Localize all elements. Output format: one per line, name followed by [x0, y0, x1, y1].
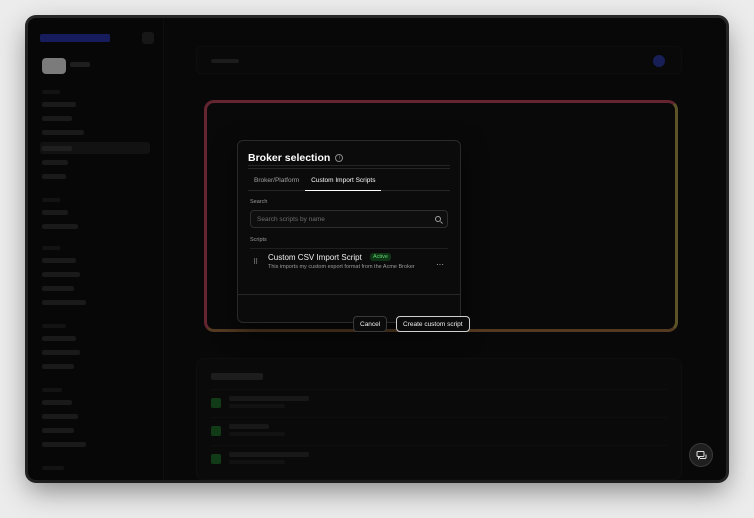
scripts-label: Scripts	[250, 237, 267, 243]
search-icon	[435, 216, 441, 222]
chat-icon	[696, 451, 707, 460]
dialog-header: Broker selection i	[248, 150, 450, 166]
broker-selection-dialog: Broker selection i Broker/Platform Custo…	[237, 140, 461, 323]
more-options-icon[interactable]: ···	[436, 260, 444, 269]
search-label: Search	[250, 199, 268, 205]
cancel-button[interactable]: Cancel	[353, 316, 388, 332]
list-item[interactable]: ⠿ Custom CSV Import Script Active This i…	[250, 248, 448, 282]
chat-support-button[interactable]	[689, 443, 713, 467]
search-input[interactable]	[257, 211, 417, 227]
drag-handle-icon[interactable]: ⠿	[253, 259, 259, 269]
tab-custom-import-scripts[interactable]: Custom Import Scripts	[305, 174, 382, 191]
create-custom-script-button[interactable]: Create custom script	[396, 316, 470, 332]
script-description: This imports my custom export format fro…	[268, 264, 415, 270]
dialog-title: Broker selection	[248, 151, 331, 164]
script-name: Custom CSV Import Script	[268, 253, 362, 262]
search-field[interactable]	[250, 210, 448, 228]
info-icon[interactable]: i	[335, 153, 344, 162]
footer-divider	[238, 294, 460, 295]
header-divider	[248, 168, 450, 169]
tab-broker-platform[interactable]: Broker/Platform	[248, 174, 305, 191]
tab-bar: Broker/Platform Custom Import Scripts	[248, 174, 450, 191]
status-badge: Active	[370, 253, 391, 261]
